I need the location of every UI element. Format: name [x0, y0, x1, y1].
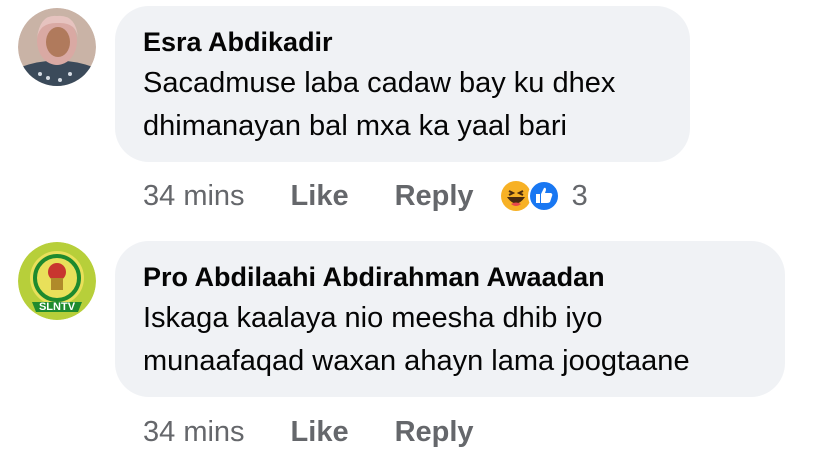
like-button[interactable]: Like — [291, 180, 349, 213]
reaction-count: 3 — [571, 179, 588, 212]
like-button[interactable]: Like — [291, 416, 349, 449]
comment-actions: 34 mins Like Reply — [143, 412, 474, 452]
thumbs-up-icon — [527, 180, 560, 212]
comment-timestamp[interactable]: 34 mins — [143, 180, 245, 213]
comment-text-line: Iskaga kaalaya nio meesha dhib iyo — [143, 302, 603, 334]
avatar-esra[interactable] — [18, 8, 96, 86]
slntv-logo-icon: SLNTV — [18, 242, 96, 320]
profile-photo-icon — [18, 8, 96, 86]
comment-timestamp[interactable]: 34 mins — [143, 416, 245, 449]
logo-text: SLNTV — [39, 301, 76, 313]
comment-actions: 34 mins Like Reply 3 — [143, 176, 588, 216]
comment-author[interactable]: Esra Abdikadir — [143, 26, 662, 58]
comment-text-line: dhimanayan bal mxa ka yaal bari — [143, 110, 567, 142]
comment-text-line: Sacadmuse laba cadaw bay ku dhex — [143, 67, 616, 99]
avatar-slntv[interactable]: SLNTV — [18, 242, 96, 320]
comment-text: Sacadmuse laba cadaw bay ku dhex dhimana… — [143, 62, 662, 148]
comment-text: Iskaga kaalaya nio meesha dhib iyo munaa… — [143, 297, 757, 383]
reply-button[interactable]: Reply — [395, 416, 474, 449]
comment-author[interactable]: Pro Abdilaahi Abdirahman Awaadan — [143, 261, 757, 293]
comment-bubble: Pro Abdilaahi Abdirahman Awaadan Iskaga … — [115, 241, 785, 397]
reply-button[interactable]: Reply — [395, 180, 474, 213]
comment-text-line: munaafaqad waxan ahayn lama joogtaane — [143, 345, 690, 377]
comment-bubble: Esra Abdikadir Sacadmuse laba cadaw bay … — [115, 6, 690, 162]
reactions-summary[interactable]: 3 — [500, 180, 588, 213]
